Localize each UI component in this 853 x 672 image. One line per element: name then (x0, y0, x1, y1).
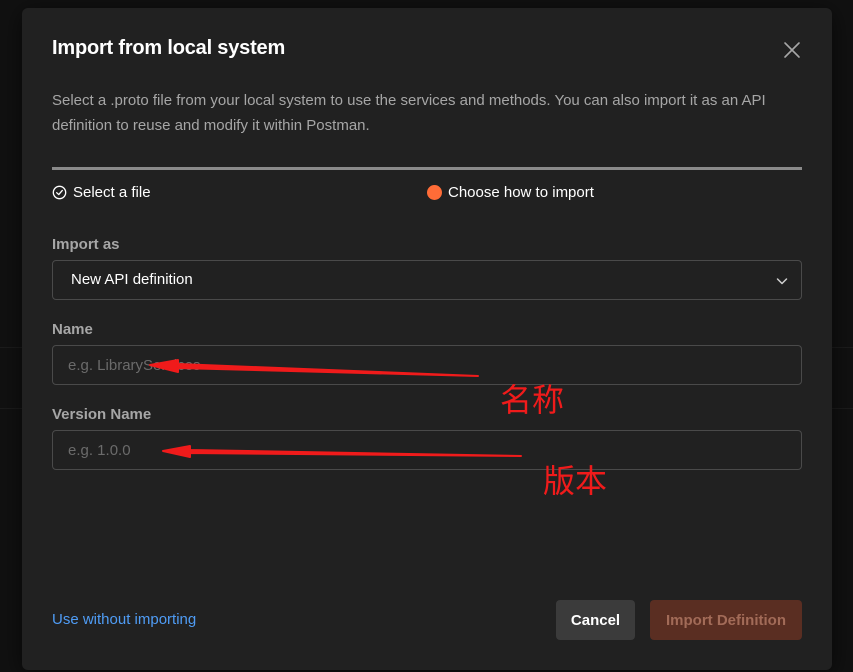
close-button[interactable] (780, 38, 804, 62)
step-select-file: Select a file (52, 184, 151, 201)
import-as-select[interactable]: New API definition (52, 260, 802, 300)
step-label: Select a file (73, 184, 151, 201)
use-without-importing-link[interactable]: Use without importing (52, 611, 196, 628)
step-label: Choose how to import (448, 184, 594, 201)
step-progress-bar (52, 167, 802, 170)
name-field (52, 345, 802, 385)
import-dialog: Import from local system Select a .proto… (22, 8, 832, 670)
version-name-field (52, 430, 802, 470)
cancel-button[interactable]: Cancel (556, 600, 635, 640)
current-step-dot-icon (427, 185, 442, 200)
dialog-description: Select a .proto file from your local sys… (52, 92, 766, 134)
import-as-value: New API definition (71, 271, 193, 288)
import-as-label: Import as (52, 236, 120, 253)
step-choose-import: Choose how to import (427, 184, 594, 201)
version-name-label: Version Name (52, 406, 152, 423)
name-input[interactable] (53, 346, 801, 384)
check-circle-icon (52, 185, 67, 200)
name-label: Name (52, 321, 93, 338)
import-definition-button[interactable]: Import Definition (650, 600, 802, 640)
close-icon (784, 42, 800, 58)
dialog-title: Import from local system (52, 37, 286, 59)
chevron-down-icon (776, 278, 788, 285)
version-name-input[interactable] (53, 431, 801, 469)
